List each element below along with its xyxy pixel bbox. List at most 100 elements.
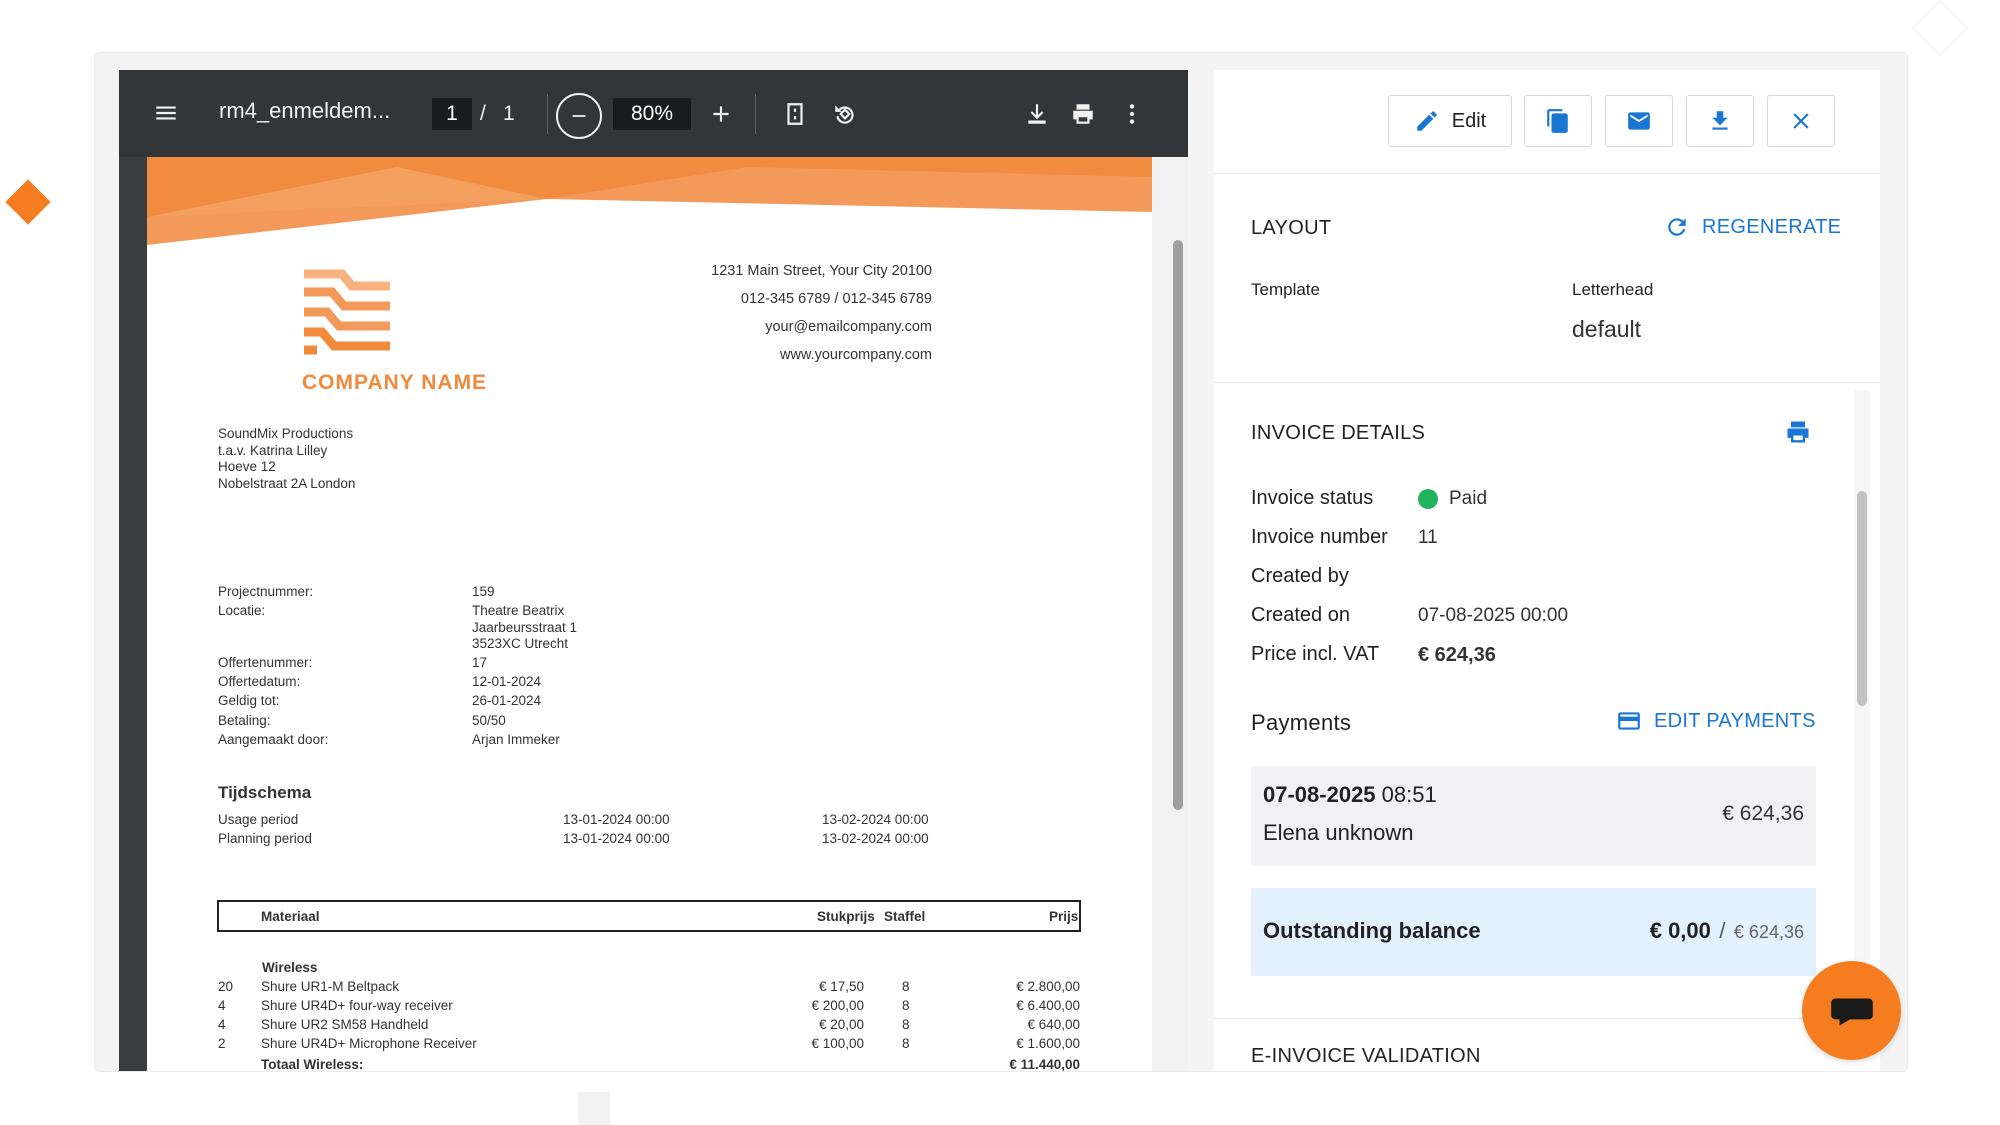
company-address-line: 012-345 6789 / 012-345 6789 [740, 291, 932, 307]
duplicate-button[interactable] [1524, 95, 1592, 147]
fit-page-button[interactable] [782, 101, 808, 127]
detail-label: Offertenummer: [218, 655, 313, 670]
item-name: Shure UR4D+ four-way receiver [261, 998, 453, 1013]
detail-value: 12-01-2024 [472, 674, 542, 689]
zoom-out-button[interactable] [556, 93, 602, 139]
close-button[interactable] [1767, 95, 1835, 147]
print-button[interactable] [1070, 101, 1096, 127]
regenerate-button[interactable]: REGENERATE [1664, 214, 1841, 240]
toolbar-divider [547, 94, 548, 134]
chat-icon [1830, 998, 1873, 1026]
item-price: € 1.600,00 [1016, 1036, 1080, 1051]
table-header-price: Prijs [1049, 909, 1079, 924]
item-name: Shure UR4D+ Microphone Receiver [261, 1036, 477, 1051]
recipient-line: SoundMix Productions [218, 426, 354, 441]
detail-label: Locatie: [218, 603, 266, 618]
edit-payments-label: EDIT PAYMENTS [1654, 709, 1816, 732]
einvoice-validation-title: E-INVOICE VALIDATION [1251, 1045, 1481, 1067]
page-separator: / [480, 102, 486, 125]
company-address-line: your@emailcompany.com [765, 319, 932, 335]
edit-payments-button[interactable]: EDIT PAYMENTS [1616, 708, 1816, 734]
company-name: COMPANY NAME [302, 371, 488, 394]
detail-value: 159 [472, 584, 495, 599]
more-options-button[interactable] [1119, 101, 1145, 127]
company-logo [304, 269, 390, 355]
download-invoice-button[interactable] [1686, 95, 1754, 147]
item-unit-price: € 20,00 [818, 1017, 864, 1032]
recipient-line: Nobelstraat 2A London [218, 476, 356, 491]
credit-card-icon [1618, 712, 1640, 730]
letterhead-value[interactable]: default [1572, 316, 1641, 343]
pdf-toolbar: rm4_enmeldem... 1 / 1 80% [119, 70, 1188, 157]
schedule-label: Usage period [218, 812, 299, 827]
print-details-button[interactable] [1784, 418, 1812, 451]
letterhead-banner [147, 157, 1152, 245]
item-qty: 20 [218, 979, 234, 994]
toolbar-divider [755, 94, 756, 134]
invoice-number-value: 11 [1418, 527, 1438, 548]
table-header-material: Materiaal [261, 909, 320, 924]
zoom-level-input[interactable]: 80% [613, 98, 691, 130]
group-name: Wireless [262, 960, 318, 975]
invoice-side-panel: Edit LAYOUT REGENERATE Template Letterhe… [1214, 70, 1880, 1071]
minus-icon [572, 115, 586, 117]
panel-scrollbar-thumb[interactable] [1857, 491, 1867, 706]
item-tier: 8 [902, 1036, 910, 1051]
page-number-input[interactable]: 1 [432, 98, 472, 130]
item-qty: 2 [218, 1036, 226, 1051]
items-table-header [217, 900, 1081, 932]
item-name: Shure UR2 SM58 Handheld [261, 1017, 429, 1032]
price-incl-vat-label: Price incl. VAT [1251, 643, 1380, 665]
item-qty: 4 [218, 998, 226, 1013]
pdf-scrollbar-thumb[interactable] [1173, 240, 1183, 810]
download-button[interactable] [1024, 101, 1050, 127]
detail-value: 17 [472, 655, 488, 670]
item-price: € 6.400,00 [1016, 998, 1080, 1013]
payment-entry[interactable]: 07-08-2025 08:51 Elena unknown € 624,36 [1251, 766, 1816, 866]
rotate-button[interactable] [832, 101, 858, 127]
outstanding-balance-label: Outstanding balance [1263, 918, 1481, 943]
email-button[interactable] [1605, 95, 1673, 147]
rotate-icon [835, 105, 854, 124]
balance-separator: / [1719, 918, 1726, 943]
detail-value: 26-01-2024 [472, 693, 542, 708]
company-address-line: 1231 Main Street, Your City 20100 [711, 263, 932, 279]
payment-date: 07-08-2025 [1263, 782, 1376, 807]
decorative-square [578, 1092, 610, 1125]
recipient-line: Hoeve 12 [218, 459, 276, 474]
detail-value: 3523XC Utrecht [472, 636, 569, 651]
payment-amount: € 624,36 [1722, 802, 1804, 825]
invoice-details-title: INVOICE DETAILS [1251, 422, 1426, 444]
payments-title: Payments [1251, 710, 1352, 735]
schedule-label: Planning period [218, 831, 312, 846]
zoom-in-button[interactable] [708, 101, 734, 127]
decorative-outline [1911, 0, 1969, 57]
invoice-status-label: Invoice status [1251, 487, 1374, 509]
edit-label: Edit [1451, 109, 1487, 132]
page-total: 1 [503, 102, 515, 125]
item-tier: 8 [902, 1017, 910, 1032]
pdf-viewer: rm4_enmeldem... 1 / 1 80% COMPANY NAME 1… [119, 70, 1188, 1071]
download-icon [1028, 104, 1046, 124]
section-divider [1214, 1018, 1880, 1019]
total-label: Totaal Wireless: [261, 1057, 364, 1071]
detail-label: Projectnummer: [218, 584, 314, 599]
item-tier: 8 [902, 979, 910, 994]
chat-widget-button[interactable] [1802, 961, 1901, 1060]
close-icon [1793, 113, 1809, 129]
table-header-tier: Staffel [884, 909, 926, 924]
letterhead-label: Letterhead [1572, 280, 1654, 299]
decorative-diamond [5, 179, 51, 225]
edit-button[interactable]: Edit [1388, 95, 1512, 147]
pdf-margin [119, 157, 147, 1071]
layout-section-title: LAYOUT [1251, 217, 1332, 239]
status-indicator [1418, 489, 1438, 509]
invoice-status-value: Paid [1449, 488, 1488, 509]
schedule-end: 13-02-2024 00:00 [822, 812, 929, 827]
more-vert-icon [1129, 104, 1135, 124]
item-tier: 8 [902, 998, 910, 1013]
item-unit-price: € 17,50 [818, 979, 864, 994]
total-value: € 11.440,00 [1009, 1057, 1080, 1071]
detail-value: Arjan Immeker [472, 732, 560, 747]
menu-icon[interactable] [153, 100, 179, 126]
